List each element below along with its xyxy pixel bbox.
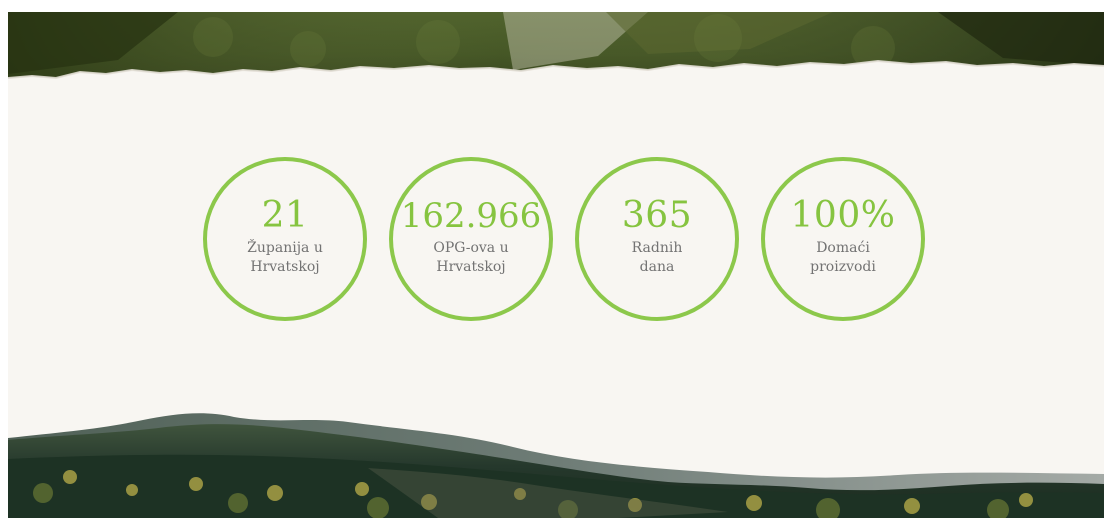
stat-label-line: Hrvatskoj (436, 259, 506, 275)
page: 21 Županija u Hrvatskoj 162.966 OPG-ova … (0, 0, 1106, 518)
stat-label: OPG-ova u Hrvatskoj (416, 239, 526, 277)
stat-label-line: Hrvatskoj (250, 259, 320, 275)
stat-label-line: OPG-ova u (433, 240, 509, 256)
stat-value: 21 (261, 195, 309, 236)
stat-label-line: Radnih (631, 240, 683, 256)
stats-section: 21 Županija u Hrvatskoj 162.966 OPG-ova … (8, 12, 1104, 518)
stat-value: 100% (790, 195, 896, 236)
stat-local-products: 100% Domaći proizvodi (761, 157, 925, 321)
stat-label: Županija u Hrvatskoj (230, 239, 340, 277)
stat-value: 162.966 (400, 196, 542, 236)
bottom-mountain-landscape-photo (8, 413, 1104, 518)
stat-label: Domaći proizvodi (788, 239, 898, 277)
stat-label-line: proizvodi (810, 259, 876, 275)
stat-label-line: dana (639, 259, 675, 275)
stat-working-days: 365 Radnih dana (575, 157, 739, 321)
stat-label: Radnih dana (602, 239, 712, 277)
stat-label-line: Domaći (816, 240, 870, 256)
torn-paper-edge (8, 59, 1104, 104)
stat-label-line: Županija u (247, 240, 323, 256)
stats-circles: 21 Županija u Hrvatskoj 162.966 OPG-ova … (203, 157, 925, 327)
stat-value: 365 (621, 195, 693, 236)
stat-counties: 21 Županija u Hrvatskoj (203, 157, 367, 321)
stat-farms: 162.966 OPG-ova u Hrvatskoj (389, 157, 553, 321)
